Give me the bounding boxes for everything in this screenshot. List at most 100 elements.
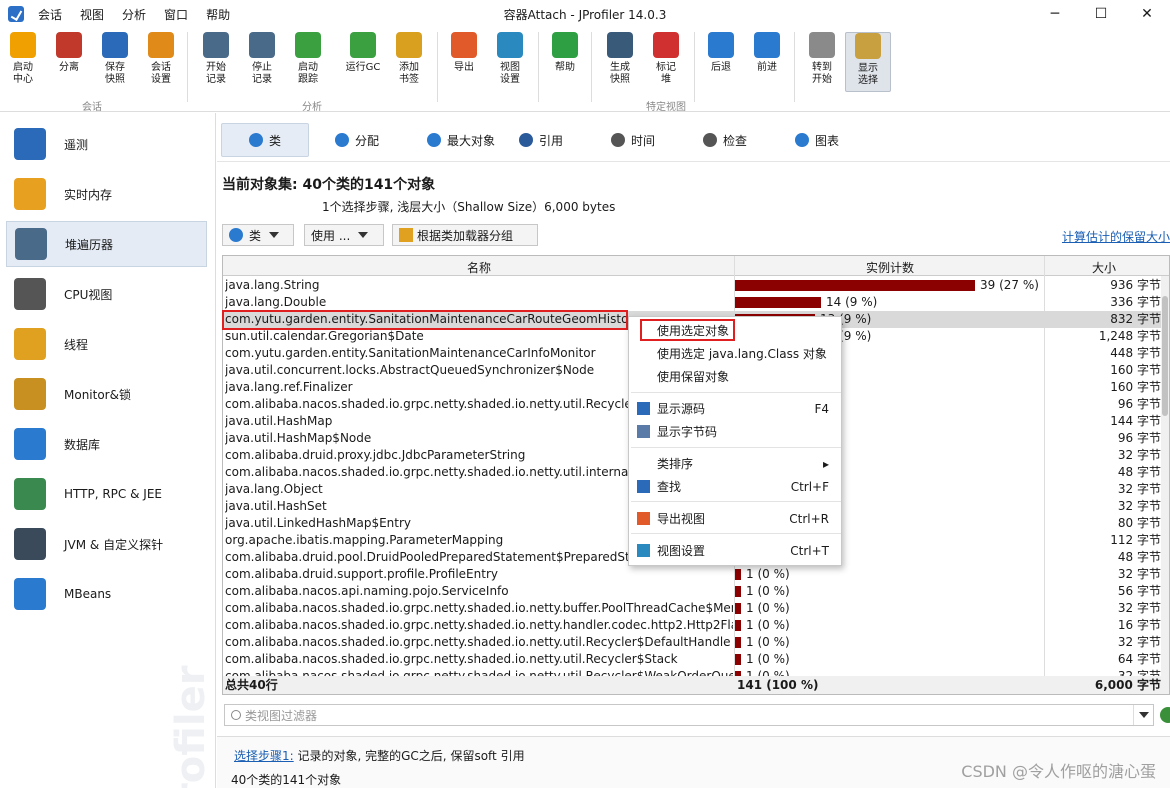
help-button[interactable]: 帮助: [542, 32, 588, 74]
sidebar-item-telemetry[interactable]: 遥测: [6, 121, 207, 167]
filter-dropdown[interactable]: [1133, 705, 1153, 725]
tab-references[interactable]: 引用: [505, 123, 595, 157]
sidebar-item-threads[interactable]: 线程: [6, 321, 207, 367]
mark-heap-button[interactable]: 标记堆: [643, 32, 689, 86]
back-button[interactable]: 后退: [698, 32, 744, 74]
detach-button[interactable]: 分离: [46, 32, 92, 74]
menu-item-sort-classes[interactable]: 类排序 ▸: [629, 453, 843, 475]
sidebar-item-live-memory[interactable]: 实时内存: [6, 171, 207, 217]
tab-graph[interactable]: 图表: [781, 123, 871, 157]
instance-count-cell: 1 (0 %): [735, 634, 1043, 651]
table-header: 名称 实例计数 大小: [223, 256, 1169, 276]
column-header-size[interactable]: 大小: [1045, 259, 1163, 276]
column-header-instance-count[interactable]: 实例计数: [735, 259, 1045, 276]
sidebar-item-monitors-locks[interactable]: Monitor&锁: [6, 371, 207, 417]
sidebar-item-cpu-views[interactable]: CPU视图: [6, 271, 207, 317]
menu-item-view-settings[interactable]: 视图设置 Ctrl+T: [629, 540, 843, 562]
add-bookmark-button[interactable]: 添加 书签: [386, 32, 432, 86]
toolbar-label: 快照: [610, 74, 630, 85]
menu-item-use-retained-objects[interactable]: 使用保留对象: [629, 366, 843, 388]
save-snapshot-icon: [102, 32, 128, 58]
size-cell: 80 字节: [1117, 516, 1161, 530]
sidebar-item-jvm-probes[interactable]: JVM & 自定义探针: [6, 521, 207, 567]
menu-item-use-selected-class-objects[interactable]: 使用选定 java.lang.Class 对象: [629, 343, 843, 365]
class-view-filter[interactable]: 类视图过滤器: [224, 704, 1154, 726]
table-scrollbar[interactable]: [1161, 276, 1169, 676]
tab-allocations[interactable]: 分配: [321, 123, 411, 157]
start-tracking-button[interactable]: 启动 跟踪: [285, 32, 331, 86]
sidebar-item-mbeans[interactable]: MBeans: [6, 571, 207, 617]
toolbar-label: 转到: [812, 62, 832, 73]
save-snapshot-button[interactable]: 保存 快照: [92, 32, 138, 86]
table-row[interactable]: java.lang.String 39 (27 %) 936 字节: [223, 277, 1169, 294]
menu-bar: 会话 视图 分析 窗口 帮助: [38, 6, 248, 23]
table-row[interactable]: com.alibaba.nacos.shaded.io.grpc.netty.s…: [223, 617, 1169, 634]
maximize-button[interactable]: ☐: [1078, 0, 1124, 28]
menu-item-help[interactable]: 帮助: [206, 6, 230, 23]
start-recording-button[interactable]: 开始 记录: [193, 32, 239, 86]
table-row[interactable]: com.alibaba.druid.support.profile.Profil…: [223, 566, 1169, 583]
current-object-set-title: 当前对象集: 40个类的141个对象: [222, 177, 436, 193]
menu-item-session[interactable]: 会话: [38, 6, 62, 23]
table-row[interactable]: com.alibaba.nacos.shaded.io.grpc.netty.s…: [223, 634, 1169, 651]
menu-item-window[interactable]: 窗口: [164, 6, 188, 23]
http-rpc-jee-icon: [14, 478, 46, 510]
group-by-classloader-button[interactable]: 根据类加载器分组: [392, 224, 538, 246]
use-combo[interactable]: 使用 ...: [304, 224, 384, 246]
show-selection-button[interactable]: 显示 选择: [845, 32, 891, 92]
time-icon: [611, 133, 625, 147]
menu-item-find[interactable]: 查找 Ctrl+F: [629, 476, 843, 498]
tab-classes[interactable]: 类: [221, 123, 309, 157]
run-gc-button[interactable]: 运行GC: [340, 32, 386, 74]
instance-count-label: 39 (27 %): [980, 278, 1039, 292]
sidebar-item-heap-walker[interactable]: 堆遍历器: [6, 221, 207, 267]
tab-biggest-objects[interactable]: 最大对象: [413, 123, 503, 157]
tab-inspections[interactable]: 检查: [689, 123, 779, 157]
sidebar: rofiler 遥测 实时内存 堆遍历器 CPU视图 线程 Monitor&锁 数据库 HTT…: [0, 113, 216, 788]
menu-item-view[interactable]: 视图: [80, 6, 104, 23]
column-header-name[interactable]: 名称: [223, 259, 735, 276]
table-row[interactable]: com.alibaba.nacos.api.naming.pojo.Servic…: [223, 583, 1169, 600]
biggest-objects-icon: [427, 133, 441, 147]
menu-item-export-view[interactable]: 导出视图 Ctrl+R: [629, 508, 843, 530]
stop-recording-icon: [249, 32, 275, 58]
sidebar-item-databases[interactable]: 数据库: [6, 421, 207, 467]
table-row[interactable]: java.lang.Double 14 (9 %) 336 字节: [223, 294, 1169, 311]
menu-item-show-source[interactable]: 显示源码 F4: [629, 398, 843, 420]
class-name-cell: com.alibaba.nacos.shaded.io.grpc.netty.s…: [225, 618, 733, 632]
tab-time[interactable]: 时间: [597, 123, 687, 157]
threads-icon: [14, 328, 46, 360]
go-to-start-button[interactable]: 转到 开始: [799, 32, 845, 86]
size-cell: 96 字节: [1117, 397, 1161, 411]
take-snapshot-button[interactable]: 生成 快照: [597, 32, 643, 86]
session-settings-button[interactable]: 会话 设置: [138, 32, 184, 86]
table-row[interactable]: com.alibaba.nacos.shaded.io.grpc.netty.s…: [223, 600, 1169, 617]
take-snapshot-icon: [607, 32, 633, 58]
table-row[interactable]: com.alibaba.nacos.shaded.io.grpc.netty.s…: [223, 651, 1169, 668]
size-cell: 64 字节: [1117, 652, 1161, 666]
minimize-button[interactable]: ─: [1032, 0, 1078, 28]
toolbar-label: 帮助: [555, 62, 575, 73]
compute-retained-size-link[interactable]: 计算估计的保留大小: [1062, 228, 1170, 245]
view-tab-bar: 类 分配 最大对象 引用 时间 检查 图表: [217, 118, 1170, 162]
context-menu: 使用选定对象 使用选定 java.lang.Class 对象 使用保留对象 显示源码 F…: [628, 316, 842, 566]
sidebar-item-http-rpc-jee[interactable]: HTTP, RPC & JEE: [6, 471, 207, 517]
instance-count-label: 1 (0 %): [746, 567, 790, 581]
view-combo[interactable]: 类: [222, 224, 294, 246]
close-button[interactable]: ✕: [1124, 0, 1170, 28]
menu-item-show-bytecode[interactable]: 显示字节码: [629, 421, 843, 443]
toolbar-label: 跟踪: [298, 74, 318, 85]
view-combo-label: 类: [249, 228, 262, 243]
selection-step-link[interactable]: 选择步骤1:: [234, 749, 294, 763]
start-center-button[interactable]: 启动 中心: [0, 32, 46, 86]
forward-button[interactable]: 前进: [744, 32, 790, 74]
menu-item-analysis[interactable]: 分析: [122, 6, 146, 23]
view-settings-button[interactable]: 视图 设置: [487, 32, 533, 86]
filter-apply-icon[interactable]: [1160, 707, 1170, 723]
export-icon: [451, 32, 477, 58]
stop-recording-button[interactable]: 停止 记录: [239, 32, 285, 86]
size-cell: 96 字节: [1117, 431, 1161, 445]
jprofiler-app-icon: [8, 6, 24, 22]
scrollbar-thumb[interactable]: [1162, 296, 1168, 416]
export-button[interactable]: 导出: [441, 32, 487, 74]
